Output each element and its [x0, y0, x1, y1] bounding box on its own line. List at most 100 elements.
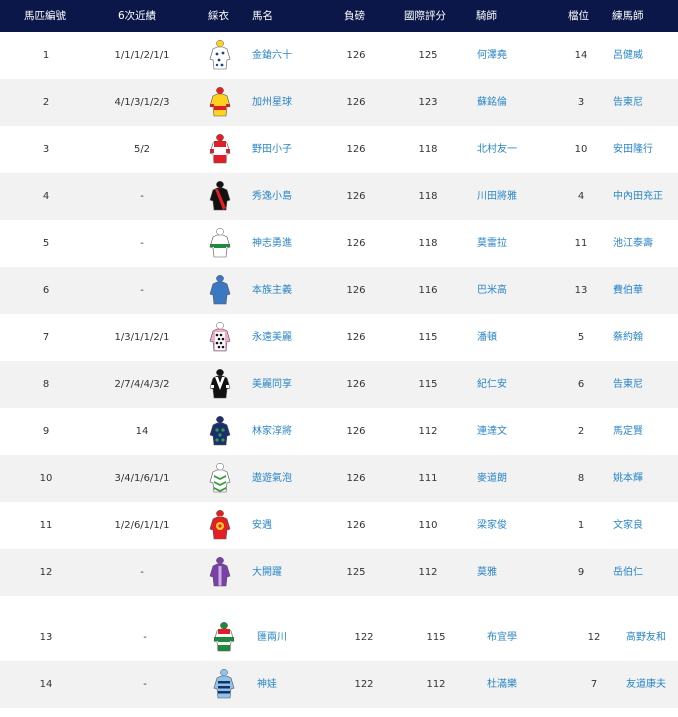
- trainer-name-link[interactable]: 馬定賢: [613, 408, 643, 455]
- trainer-name-link[interactable]: 友道康夫: [626, 661, 666, 708]
- international-rating: 111: [418, 473, 438, 484]
- carried-weight: 126: [346, 50, 366, 61]
- recent-form: -: [143, 679, 147, 690]
- horse-name-link[interactable]: 本族主義: [252, 267, 292, 314]
- horse-name-link[interactable]: 永遠美麗: [252, 314, 292, 361]
- trainer-name-link[interactable]: 姚本輝: [613, 455, 643, 502]
- international-rating: 123: [418, 97, 438, 108]
- table-row: 8 2/7/4/4/3/2 美麗同享 126 115 紀仁安 6 告東尼: [0, 361, 678, 408]
- recent-form: 5/2: [133, 144, 151, 155]
- horse-name-link[interactable]: 神娃: [257, 661, 277, 708]
- jockey-name-link[interactable]: 北村友一: [477, 126, 517, 173]
- horse-name-link[interactable]: 遨遊氣泡: [252, 455, 292, 502]
- carried-weight: 126: [346, 379, 366, 390]
- recent-form: 2/7/4/4/3/2: [114, 379, 170, 390]
- horse-name-link[interactable]: 加州星球: [252, 79, 292, 126]
- recent-form: 1/1/1/2/1/1: [114, 50, 170, 61]
- table-row: 9 14 林家淳將 126 112 連達文 2 馬定賢: [0, 408, 678, 455]
- recent-form: 4/1/3/1/2/3: [114, 97, 170, 108]
- barrier-draw: 5: [577, 332, 585, 343]
- barrier-draw: 14: [574, 50, 588, 61]
- table-row: 14 - 神娃 122 112 杜滿樂 7 友道康夫: [0, 661, 678, 708]
- trainer-name-link[interactable]: 中內田充正: [613, 173, 663, 220]
- table-row: 2 4/1/3/1/2/3 加州星球 126 123 蘇銘倫 3 告東尼: [0, 79, 678, 126]
- horse-number: 13: [39, 632, 53, 643]
- trainer-name-link[interactable]: 文家良: [613, 502, 643, 549]
- jockey-name-link[interactable]: 潘頓: [477, 314, 497, 361]
- column-header-draw: 檔位: [568, 10, 589, 22]
- recent-form: -: [140, 285, 144, 296]
- barrier-draw: 2: [577, 426, 585, 437]
- international-rating: 125: [418, 50, 438, 61]
- jockey-name-link[interactable]: 梁家俊: [477, 502, 507, 549]
- table-row: 5 - 神志勇進 126 118 莫雷拉 11 池江泰壽: [0, 220, 678, 267]
- horse-name-link[interactable]: 林家淳將: [252, 408, 292, 455]
- jockey-name-link[interactable]: 布宜學: [487, 614, 517, 661]
- trainer-name-link[interactable]: 告東尼: [613, 361, 643, 408]
- carried-weight: 122: [354, 679, 374, 690]
- horse-name-link[interactable]: 金鎗六十: [252, 32, 292, 79]
- jockey-silks-icon: [208, 462, 232, 494]
- horse-name-link[interactable]: 大開躍: [252, 549, 282, 596]
- barrier-draw: 12: [587, 632, 601, 643]
- horse-name-link[interactable]: 美麗同享: [252, 361, 292, 408]
- column-header-no: 馬匹編號: [24, 10, 66, 22]
- jockey-name-link[interactable]: 杜滿樂: [487, 661, 517, 708]
- trainer-name-link[interactable]: 呂健威: [613, 32, 643, 79]
- international-rating: 112: [418, 567, 438, 578]
- trainer-name-link[interactable]: 安田隆行: [613, 126, 653, 173]
- international-rating: 115: [418, 379, 438, 390]
- horse-name-link[interactable]: 安遇: [252, 502, 272, 549]
- table-row: 11 1/2/6/1/1/1 安遇 126 110 梁家俊 1 文家良: [0, 502, 678, 549]
- trainer-name-link[interactable]: 告東尼: [613, 79, 643, 126]
- jockey-name-link[interactable]: 何澤堯: [477, 32, 507, 79]
- trainer-name-link[interactable]: 岳伯仁: [613, 549, 643, 596]
- jockey-silks-icon: [208, 415, 232, 447]
- barrier-draw: 4: [577, 191, 585, 202]
- jockey-name-link[interactable]: 連達文: [477, 408, 507, 455]
- jockey-name-link[interactable]: 蘇銘倫: [477, 79, 507, 126]
- column-header-silks: 綵衣: [208, 10, 229, 22]
- horse-number: 1: [42, 50, 50, 61]
- trainer-name-link[interactable]: 高野友和: [626, 614, 666, 661]
- table-row: 12 - 大開躍 125 112 莫雅 9 岳伯仁: [0, 549, 678, 596]
- barrier-draw: 1: [577, 520, 585, 531]
- jockey-name-link[interactable]: 莫雷拉: [477, 220, 507, 267]
- trainer-name-link[interactable]: 池江泰壽: [613, 220, 653, 267]
- recent-form: -: [140, 191, 144, 202]
- carried-weight: 126: [346, 97, 366, 108]
- horse-name-link[interactable]: 匯兩川: [257, 614, 287, 661]
- carried-weight: 126: [346, 191, 366, 202]
- jockey-name-link[interactable]: 巴米高: [477, 267, 507, 314]
- barrier-draw: 11: [574, 238, 588, 249]
- recent-form: 1/3/1/1/2/1: [114, 332, 170, 343]
- jockey-silks-icon: [208, 180, 232, 212]
- horse-name-link[interactable]: 秀逸小島: [252, 173, 292, 220]
- international-rating: 118: [418, 144, 438, 155]
- jockey-name-link[interactable]: 川田將雅: [477, 173, 517, 220]
- table-row: 13 - 匯兩川 122 115 布宜學 12 高野友和: [0, 614, 678, 661]
- jockey-name-link[interactable]: 麥道朗: [477, 455, 507, 502]
- barrier-draw: 13: [574, 285, 588, 296]
- horse-number: 10: [39, 473, 53, 484]
- jockey-silks-icon: [208, 133, 232, 165]
- barrier-draw: 6: [577, 379, 585, 390]
- recent-form: 14: [135, 426, 149, 437]
- horse-name-link[interactable]: 神志勇進: [252, 220, 292, 267]
- trainer-name-link[interactable]: 費伯華: [613, 267, 643, 314]
- trainer-name-link[interactable]: 蔡約翰: [613, 314, 643, 361]
- carried-weight: 126: [346, 520, 366, 531]
- horse-number: 5: [42, 238, 50, 249]
- carried-weight: 126: [346, 144, 366, 155]
- horse-name-link[interactable]: 野田小子: [252, 126, 292, 173]
- column-header-horse: 馬名: [252, 10, 273, 22]
- jockey-name-link[interactable]: 紀仁安: [477, 361, 507, 408]
- carried-weight: 126: [346, 473, 366, 484]
- jockey-name-link[interactable]: 莫雅: [477, 549, 497, 596]
- table-row: 4 - 秀逸小島 126 118 川田將雅 4 中內田充正: [0, 173, 678, 220]
- international-rating: 116: [418, 285, 438, 296]
- carried-weight: 126: [346, 285, 366, 296]
- horse-number: 12: [39, 567, 53, 578]
- jockey-silks-icon: [208, 39, 232, 71]
- column-header-weight: 負磅: [344, 10, 365, 22]
